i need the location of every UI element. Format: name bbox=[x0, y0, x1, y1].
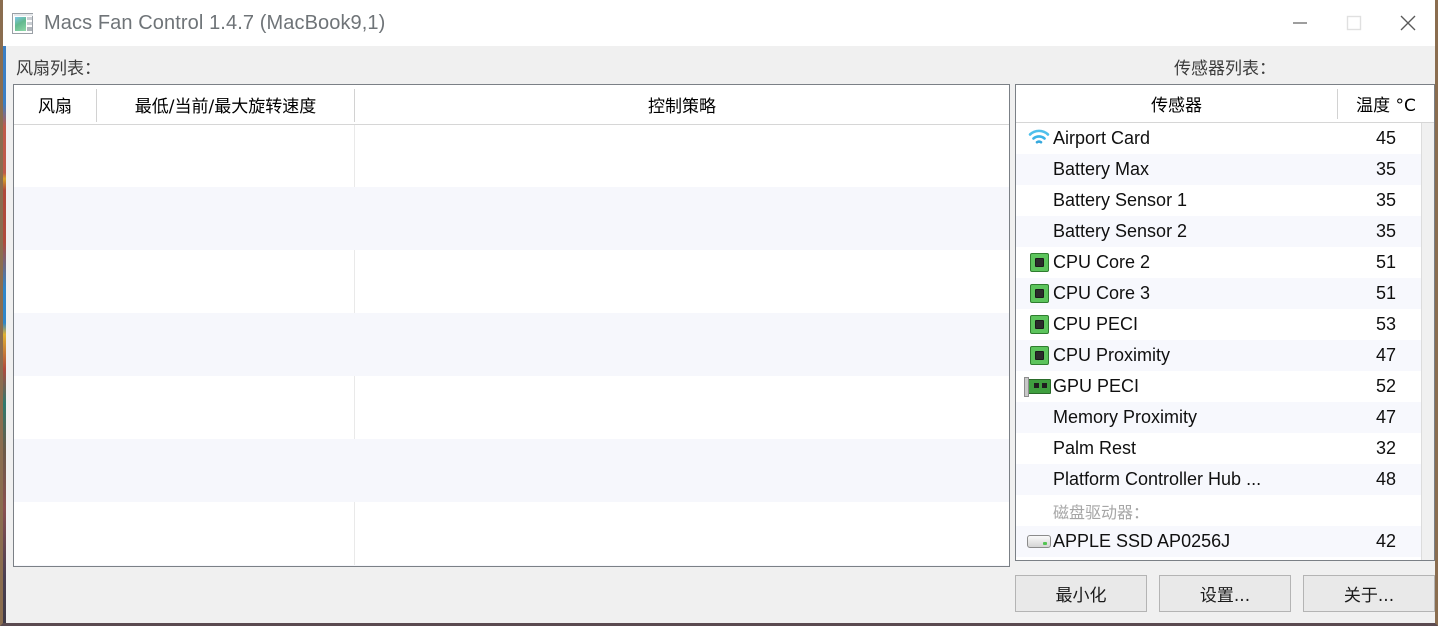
sensor-row[interactable]: CPU Proximity 47 bbox=[1016, 340, 1434, 371]
maximize-icon[interactable] bbox=[1327, 0, 1381, 46]
sensor-row[interactable]: CPU PECI 53 bbox=[1016, 309, 1434, 340]
sensor-row[interactable]: Battery Max 35 bbox=[1016, 154, 1434, 185]
fan-column-header-fan[interactable]: 风扇 bbox=[14, 85, 96, 124]
wifi-icon-slot bbox=[1025, 128, 1053, 150]
app-window-icon bbox=[12, 12, 33, 34]
sensor-row[interactable]: CPU Core 3 51 bbox=[1016, 278, 1434, 309]
cpu-icon bbox=[1029, 315, 1049, 334]
sensor-name: Palm Rest bbox=[1053, 438, 1137, 458]
sensor-group-header: 磁盘驱动器： bbox=[1016, 495, 1434, 526]
sensor-name: Memory Proximity bbox=[1053, 407, 1198, 427]
sensor-name: CPU Core 3 bbox=[1053, 283, 1151, 303]
sensor-list-label: 传感器列表： bbox=[1174, 59, 1276, 78]
app-window: Macs Fan Control 1.4.7 (MacBook9,1) 风扇列表… bbox=[0, 0, 1438, 626]
background-window-sliver bbox=[3, 46, 6, 623]
sensor-name: 磁盘驱动器： bbox=[1053, 502, 1150, 522]
title-bar: Macs Fan Control 1.4.7 (MacBook9,1) bbox=[3, 0, 1435, 46]
close-icon[interactable] bbox=[1381, 0, 1435, 46]
sensor-name: Battery Max bbox=[1053, 159, 1150, 179]
window-title: Macs Fan Control 1.4.7 (MacBook9,1) bbox=[44, 11, 386, 34]
cpu-icon-slot bbox=[1025, 345, 1053, 367]
sensor-row[interactable]: GPU PECI 52 bbox=[1016, 371, 1434, 402]
sensor-icon-slot-empty bbox=[1025, 190, 1053, 212]
cpu-icon-slot bbox=[1025, 314, 1053, 336]
sensor-column-header-temp[interactable]: 温度 °C bbox=[1338, 85, 1434, 122]
cpu-icon bbox=[1029, 284, 1049, 303]
sensor-icon-slot-empty bbox=[1025, 500, 1053, 522]
window-controls bbox=[1273, 0, 1435, 46]
sensor-icon-slot-empty bbox=[1025, 438, 1053, 460]
sensor-name: CPU Core 2 bbox=[1053, 252, 1151, 272]
sensor-name: CPU PECI bbox=[1053, 314, 1139, 334]
sensor-name: CPU Proximity bbox=[1053, 345, 1171, 365]
minimize-icon[interactable] bbox=[1273, 0, 1327, 46]
fan-list-label: 风扇列表： bbox=[16, 59, 101, 78]
wifi-icon bbox=[1028, 129, 1050, 149]
sensor-list-table[interactable]: 传感器 温度 °C Airport Card 45 Battery Max 35 Bat… bbox=[1015, 84, 1435, 561]
cpu-icon-slot bbox=[1025, 252, 1053, 274]
sensor-scrollbar[interactable] bbox=[1421, 123, 1434, 560]
sensor-name: GPU PECI bbox=[1053, 376, 1140, 396]
fan-row-stripe bbox=[14, 565, 1009, 566]
fan-row-stripe bbox=[14, 187, 1009, 250]
sensor-name: Platform Controller Hub ... bbox=[1053, 469, 1262, 489]
disk-icon bbox=[1027, 535, 1051, 548]
sensor-name: APPLE SSD AP0256J bbox=[1053, 531, 1231, 551]
gpu-icon-slot bbox=[1024, 376, 1053, 398]
sensor-row[interactable]: Memory Proximity 47 bbox=[1016, 402, 1434, 433]
button-bar: 最小化 设置... 关于... bbox=[1015, 575, 1435, 612]
fan-list-table[interactable]: 风扇 最低/当前/最大旋转速度 控制策略 bbox=[13, 84, 1010, 567]
sensor-row[interactable]: Battery Sensor 1 35 bbox=[1016, 185, 1434, 216]
minimize-button[interactable]: 最小化 bbox=[1015, 575, 1147, 612]
cpu-icon bbox=[1029, 253, 1049, 272]
disk-icon-slot bbox=[1025, 531, 1053, 553]
fan-table-header: 风扇 最低/当前/最大旋转速度 控制策略 bbox=[14, 85, 1009, 125]
sensor-table-header: 传感器 温度 °C bbox=[1016, 85, 1434, 123]
settings-button[interactable]: 设置... bbox=[1159, 575, 1291, 612]
cpu-icon-slot bbox=[1025, 283, 1053, 305]
about-button[interactable]: 关于... bbox=[1303, 575, 1435, 612]
sensor-row[interactable]: Platform Controller Hub ... 48 bbox=[1016, 464, 1434, 495]
sensor-icon-slot-empty bbox=[1025, 407, 1053, 429]
sensor-column-header-name[interactable]: 传感器 bbox=[1016, 85, 1337, 122]
sensor-row[interactable]: APPLE SSD AP0256J 42 bbox=[1016, 526, 1434, 557]
sensor-table-body: Airport Card 45 Battery Max 35 Battery Senso… bbox=[1016, 123, 1434, 557]
gpu-icon bbox=[1024, 377, 1051, 397]
sensor-row[interactable]: Airport Card 45 bbox=[1016, 123, 1434, 154]
fan-row-stripe bbox=[14, 313, 1009, 376]
fan-row-stripe bbox=[14, 439, 1009, 502]
sensor-name: Battery Sensor 1 bbox=[1053, 190, 1188, 210]
sensor-row[interactable]: CPU Core 2 51 bbox=[1016, 247, 1434, 278]
fan-table-body bbox=[14, 125, 1009, 566]
fan-column-header-speed[interactable]: 最低/当前/最大旋转速度 bbox=[97, 85, 354, 124]
sensor-icon-slot-empty bbox=[1025, 159, 1053, 181]
sensor-name: Battery Sensor 2 bbox=[1053, 221, 1188, 241]
cpu-icon bbox=[1029, 346, 1049, 365]
sensor-row[interactable]: Battery Sensor 2 35 bbox=[1016, 216, 1434, 247]
sensor-icon-slot-empty bbox=[1025, 221, 1053, 243]
fan-column-header-policy[interactable]: 控制策略 bbox=[355, 85, 1009, 124]
sensor-row[interactable]: Palm Rest 32 bbox=[1016, 433, 1434, 464]
sensor-name: Airport Card bbox=[1053, 128, 1151, 148]
sensor-icon-slot-empty bbox=[1025, 469, 1053, 491]
